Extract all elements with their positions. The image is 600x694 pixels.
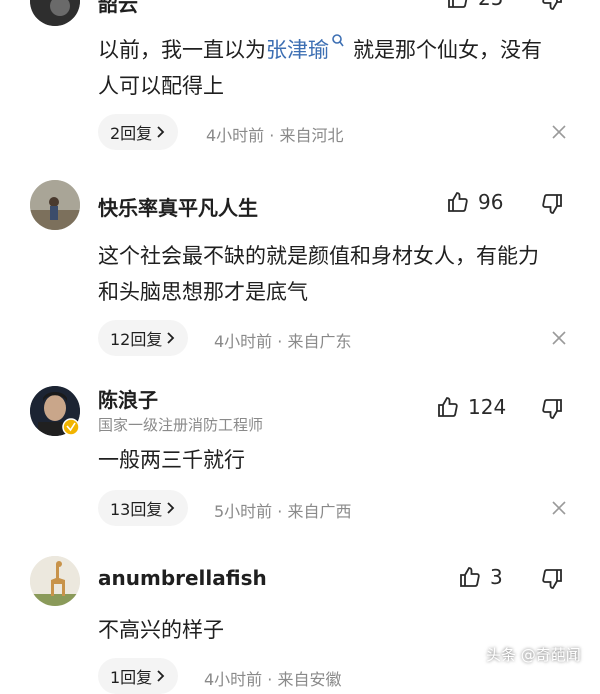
username[interactable]: 韶云 [98,0,138,17]
username[interactable]: anumbrellafish [98,566,267,590]
like-count: 25 [478,0,503,10]
like-count: 96 [478,190,504,214]
replies-button[interactable]: 13回复 [98,490,189,526]
username[interactable]: 陈浪子 [98,384,158,413]
comment-meta: 4小时前 · 来自广东 [214,332,352,351]
avatar[interactable] [30,556,80,606]
comment-meta: 4小时前 · 来自安徽 [204,670,342,689]
chevron-right-icon [167,332,175,344]
mention-link[interactable]: 张津瑜 [266,38,329,62]
thumbs-up-icon [448,192,468,212]
thumbs-up-icon [460,567,480,587]
avatar[interactable] [30,0,80,26]
close-icon[interactable] [550,123,568,141]
search-icon [332,34,344,47]
avatar[interactable] [30,386,80,436]
like-count: 3 [490,565,503,589]
like-button[interactable]: 124 [436,395,506,419]
watermark: 头条 @奇葩闻 [486,646,581,664]
like-button[interactable]: 25 [446,0,503,10]
close-icon[interactable] [550,499,568,517]
chevron-right-icon [157,126,165,138]
like-button[interactable]: 3 [458,565,503,589]
comment-body: 不高兴的样子 [98,618,224,642]
thumbs-down-icon[interactable] [540,0,564,12]
thumbs-up-icon [438,397,458,417]
thumbs-up-icon [448,0,468,8]
thumbs-down-icon[interactable] [540,192,564,216]
like-count: 124 [468,395,507,419]
comment-meta: 4小时前 · 来自河北 [206,126,344,145]
chevron-right-icon [167,502,175,514]
verified-badge-icon [62,418,80,436]
comment-body: 以前，我一直以为张津瑜 就是那个仙女，没有人可以配得上 [98,32,558,104]
close-icon[interactable] [550,329,568,347]
chevron-right-icon [157,670,165,682]
comment-meta: 5小时前 · 来自广西 [214,502,352,521]
comment-body: 这个社会最不缺的就是颜值和身材女人，有能力和头脑思想那才是底气 [98,244,539,304]
thumbs-down-icon[interactable] [540,397,564,421]
replies-button[interactable]: 12回复 [98,320,189,356]
comment-body: 一般两三千就行 [98,448,245,472]
avatar[interactable] [30,180,80,230]
user-title: 国家一级注册消防工程师 [98,416,264,434]
thumbs-down-icon[interactable] [540,567,564,591]
username[interactable]: 快乐率真平凡人生 [98,192,258,221]
replies-button[interactable]: 2回复 [98,114,179,150]
replies-button[interactable]: 1回复 [98,658,179,694]
like-button[interactable]: 96 [446,190,503,214]
